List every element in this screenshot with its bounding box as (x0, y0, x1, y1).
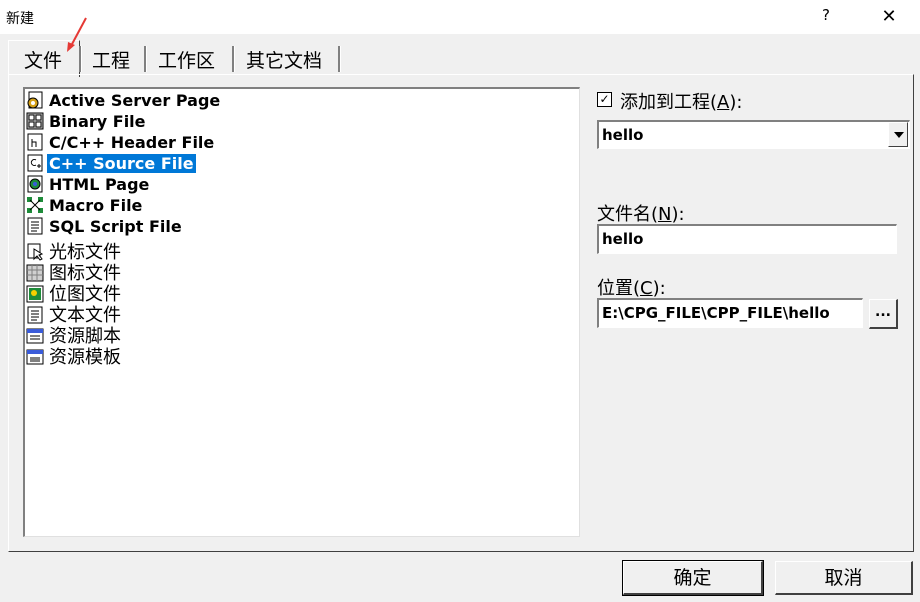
project-dropdown-button[interactable] (888, 122, 908, 147)
tab-other-documents[interactable]: 其它文档 (240, 46, 328, 74)
browse-button[interactable]: ... (869, 299, 898, 329)
list-item-cpp-source[interactable]: C++ Source File (26, 153, 197, 175)
add-to-project-checkbox[interactable]: ✓ (597, 92, 612, 107)
title-bar: 新建 ? ✕ (0, 0, 920, 34)
list-item-macro[interactable]: Macro File (26, 196, 144, 217)
list-item-header[interactable]: C/C++ Header File (26, 133, 216, 154)
checkmark-icon: ✓ (599, 92, 610, 106)
file-type-list[interactable]: Active Server Page Binary File C/C++ Hea… (23, 87, 580, 537)
project-select[interactable]: hello (597, 120, 910, 149)
list-item-text[interactable]: 文本文件 (26, 301, 123, 326)
sql-script-icon (27, 217, 43, 235)
tab-separator (338, 46, 341, 72)
add-to-project-label: 添加到工程(A): (620, 92, 743, 113)
resource-template-icon (26, 349, 44, 365)
tab-workspace[interactable]: 工作区 (152, 46, 221, 74)
header-file-icon (27, 133, 43, 151)
tab-project[interactable]: 工程 (86, 46, 136, 74)
chevron-down-icon (894, 132, 904, 138)
list-item-icon-file[interactable]: 图标文件 (26, 259, 123, 284)
location-label: 位置(C): (597, 278, 666, 299)
list-item-sql[interactable]: SQL Script File (26, 217, 184, 238)
list-item-binary[interactable]: Binary File (26, 112, 148, 133)
cancel-button[interactable]: 取消 (775, 561, 913, 595)
list-item-html[interactable]: HTML Page (26, 175, 151, 196)
macro-file-icon (27, 197, 43, 213)
binary-file-icon (26, 112, 44, 130)
list-item-resource-template[interactable]: 资源模板 (26, 343, 123, 368)
location-value: E:\CPG_FILE\CPP_FILE\hello (602, 304, 830, 322)
project-select-value: hello (602, 126, 644, 144)
cpp-source-icon (27, 154, 43, 172)
list-item-resource-script[interactable]: 资源脚本 (26, 322, 123, 347)
list-item-bitmap[interactable]: 位图文件 (26, 280, 123, 305)
filename-label: 文件名(N): (597, 204, 685, 225)
html-page-icon (27, 175, 43, 193)
asp-icon (27, 91, 43, 109)
ok-button[interactable]: 确定 (622, 560, 764, 596)
tab-file[interactable]: 文件 (18, 46, 68, 74)
close-button[interactable]: ✕ (874, 4, 904, 30)
filename-input[interactable]: hello (597, 224, 897, 254)
annotation-arrow-icon (67, 17, 87, 52)
list-item-asp[interactable]: Active Server Page (26, 91, 222, 112)
tab-separator (232, 46, 235, 72)
tab-separator (144, 46, 147, 72)
window-title: 新建 (6, 11, 34, 27)
location-input[interactable]: E:\CPG_FILE\CPP_FILE\hello (597, 298, 863, 328)
list-item-cursor[interactable]: 光标文件 (26, 238, 123, 263)
filename-value: hello (602, 230, 644, 248)
help-button[interactable]: ? (822, 6, 830, 24)
